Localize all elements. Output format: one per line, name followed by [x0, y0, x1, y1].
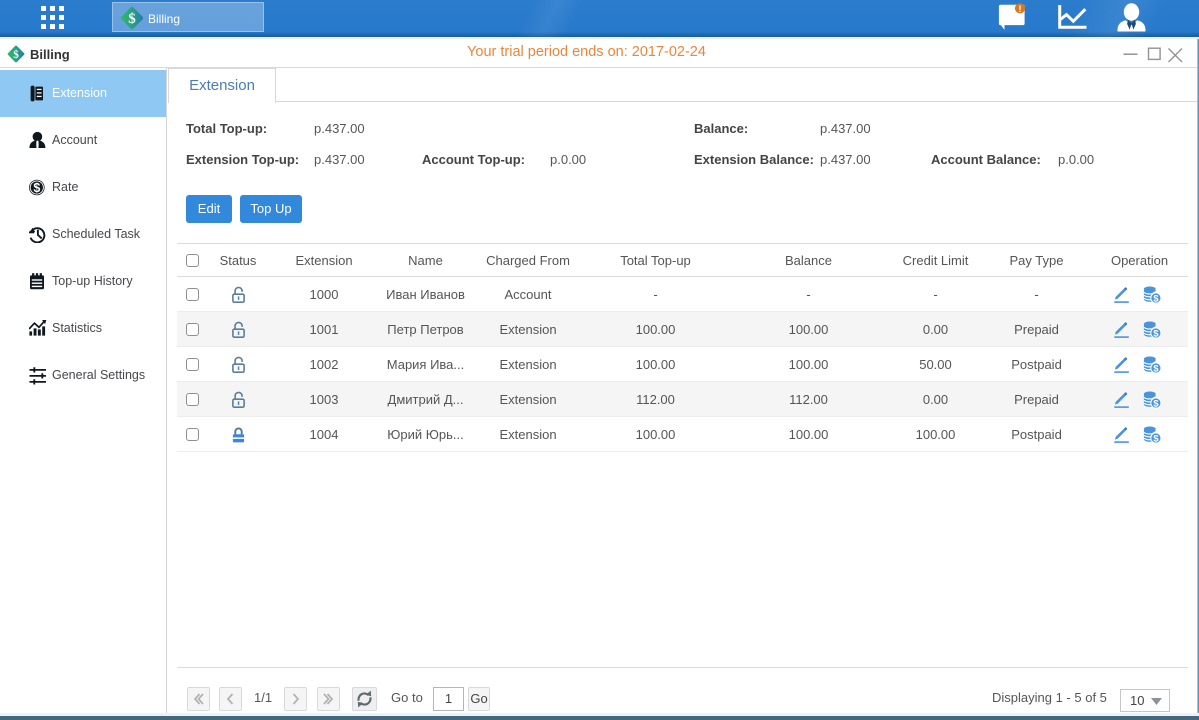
svg-text:$: $ — [1153, 328, 1159, 339]
svg-text:$: $ — [13, 49, 19, 61]
svg-text:$: $ — [1153, 363, 1159, 374]
svg-text:$: $ — [1153, 398, 1159, 409]
svg-text:$: $ — [1153, 433, 1159, 444]
svg-text:$: $ — [1153, 293, 1159, 304]
svg-text:$: $ — [33, 181, 40, 195]
svg-text:!: ! — [1018, 4, 1021, 15]
svg-text:$: $ — [128, 11, 136, 27]
